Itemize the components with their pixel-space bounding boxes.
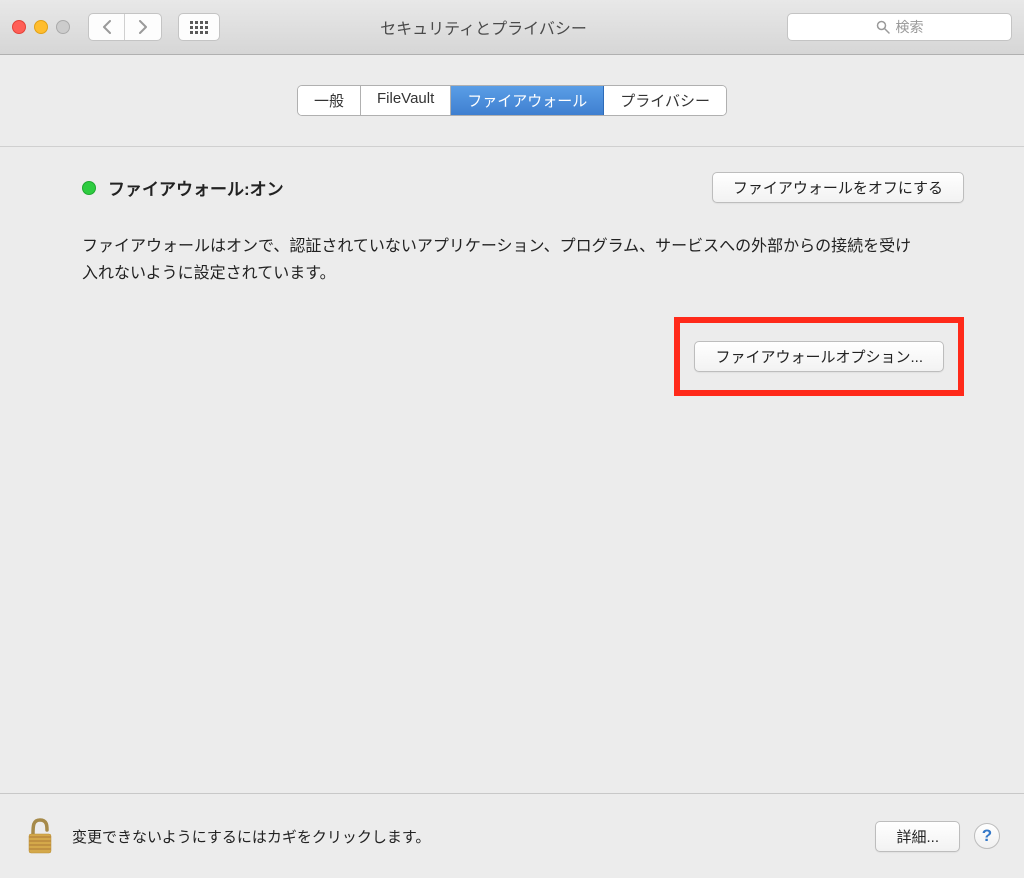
titlebar: セキュリティとプライバシー 検索 xyxy=(0,0,1024,55)
tabs-container: 一般 FileVault ファイアウォール プライバシー xyxy=(0,85,1024,116)
firewall-status-row: ファイアウォール:オン ファイアウォールをオフにする xyxy=(82,172,964,203)
window-title: セキュリティとプライバシー xyxy=(188,15,779,39)
search-input[interactable]: 検索 xyxy=(787,13,1012,41)
firewall-panel: ファイアウォール:オン ファイアウォールをオフにする ファイアウォールはオンで、… xyxy=(0,146,1024,793)
minimize-window-button[interactable] xyxy=(34,20,48,34)
chevron-left-icon xyxy=(101,20,113,34)
tab-filevault[interactable]: FileVault xyxy=(361,86,451,115)
footer-bar: 変更できないようにするにはカギをクリックします。 詳細... ? xyxy=(0,793,1024,878)
firewall-status: ファイアウォール:オン xyxy=(82,175,284,200)
firewall-description: ファイアウォールはオンで、認証されていないアプリケーション、プログラム、サービス… xyxy=(82,233,912,287)
preferences-window: セキュリティとプライバシー 検索 一般 FileVault ファイアウォール プ… xyxy=(0,0,1024,878)
turn-off-firewall-button[interactable]: ファイアウォールをオフにする xyxy=(712,172,964,203)
back-button[interactable] xyxy=(89,14,125,40)
advanced-button[interactable]: 詳細... xyxy=(875,821,960,852)
nav-buttons-group xyxy=(88,13,162,41)
search-placeholder: 検索 xyxy=(896,17,924,37)
close-window-button[interactable] xyxy=(12,20,26,34)
help-button[interactable]: ? xyxy=(974,823,1000,849)
footer-right: 詳細... ? xyxy=(875,821,1000,852)
lock-icon[interactable] xyxy=(24,816,56,856)
tab-firewall[interactable]: ファイアウォール xyxy=(451,86,604,115)
maximize-window-button[interactable] xyxy=(56,20,70,34)
firewall-options-row: ファイアウォールオプション... xyxy=(82,317,964,396)
content-area: 一般 FileVault ファイアウォール プライバシー ファイアウォール:オン… xyxy=(0,55,1024,878)
lock-description: 変更できないようにするにはカギをクリックします。 xyxy=(72,826,859,847)
status-indicator-icon xyxy=(82,181,96,195)
traffic-lights xyxy=(12,20,70,34)
tab-general[interactable]: 一般 xyxy=(298,86,361,115)
firewall-status-label: ファイアウォール:オン xyxy=(108,175,284,200)
tab-group: 一般 FileVault ファイアウォール プライバシー xyxy=(297,85,727,116)
tab-privacy[interactable]: プライバシー xyxy=(604,86,726,115)
forward-button[interactable] xyxy=(125,14,161,40)
firewall-options-button[interactable]: ファイアウォールオプション... xyxy=(694,341,944,372)
highlight-annotation: ファイアウォールオプション... xyxy=(674,317,964,396)
chevron-right-icon xyxy=(137,20,149,34)
search-icon xyxy=(876,20,890,34)
